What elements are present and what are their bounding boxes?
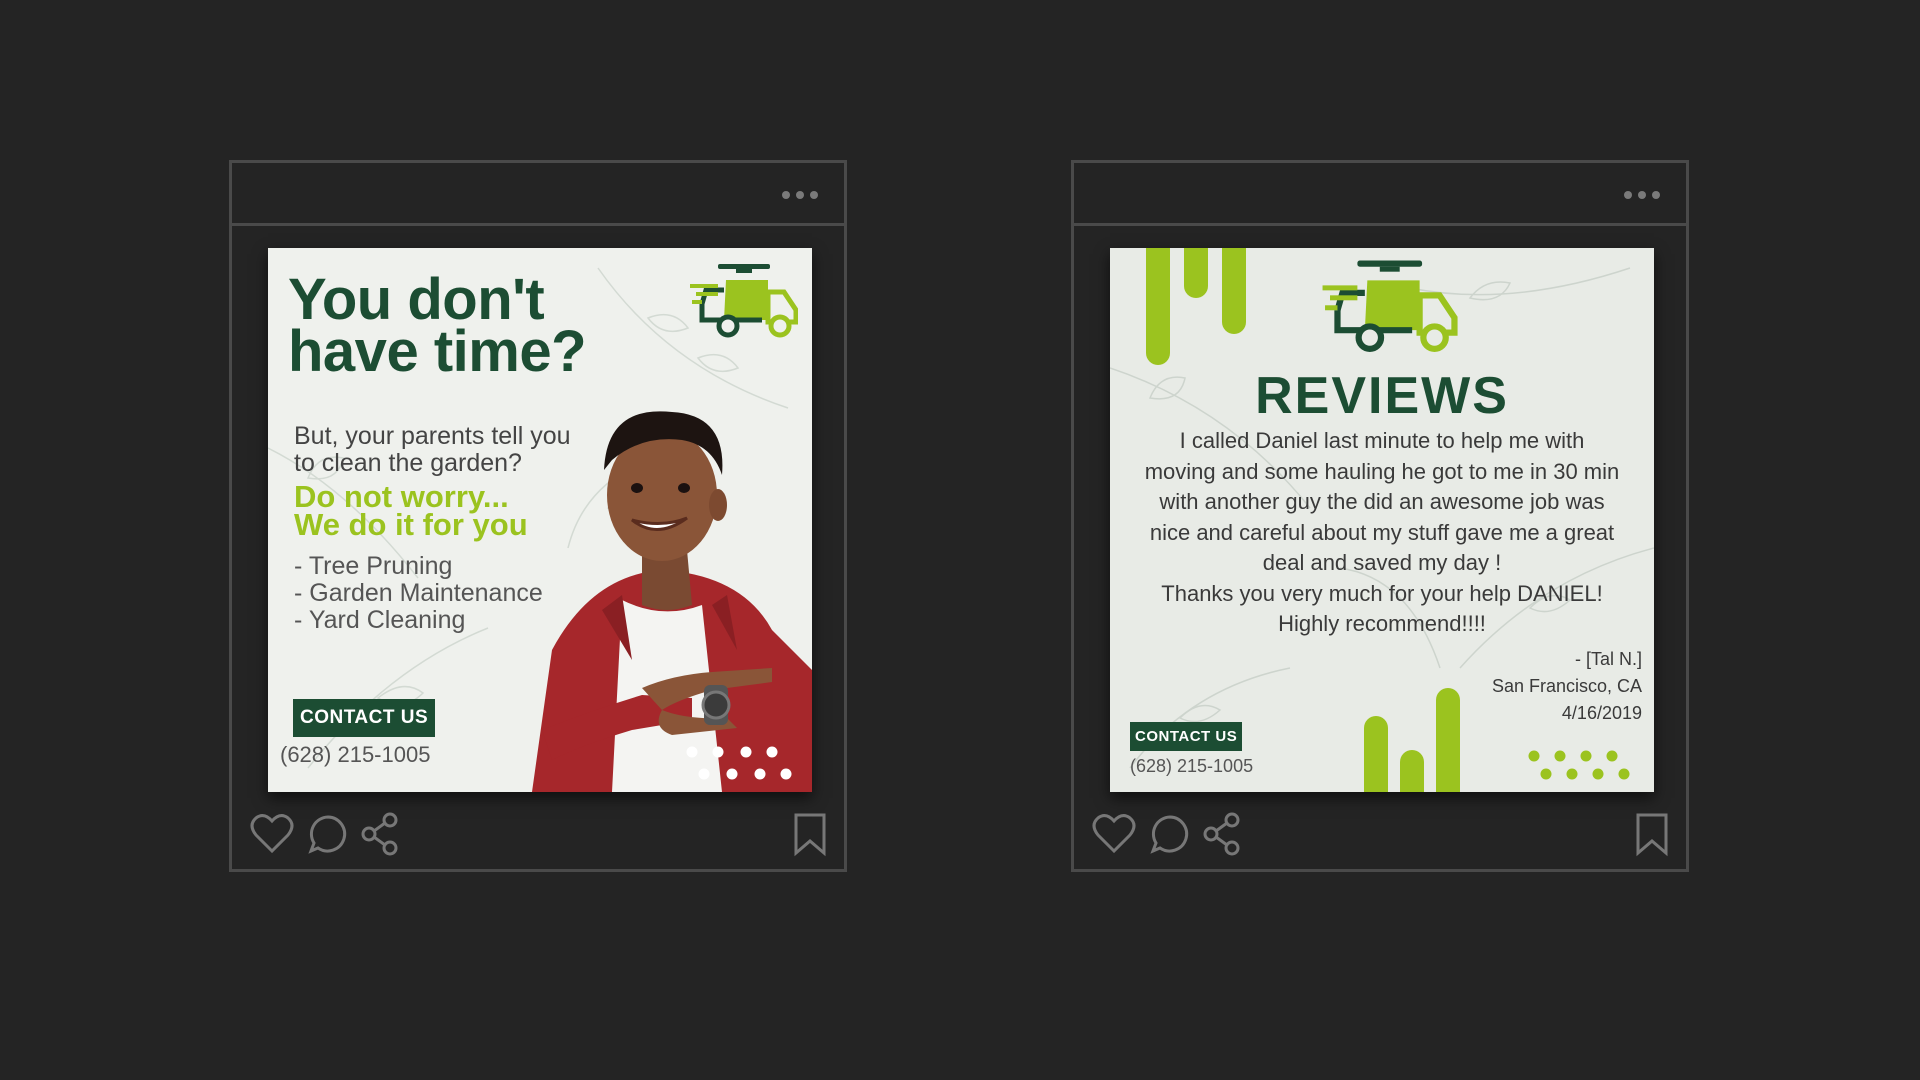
decorative-bars-bottom xyxy=(1364,688,1460,792)
bookmark-icon[interactable] xyxy=(792,811,828,857)
review-text: I called Daniel last minute to help me w… xyxy=(1120,426,1644,640)
reviews-title: REVIEWS xyxy=(1255,367,1509,425)
review-author: - [Tal N.] xyxy=(1574,649,1642,669)
more-options-icon[interactable] xyxy=(782,191,818,199)
decorative-dots xyxy=(1528,750,1630,780)
contact-us-button[interactable]: CONTACT US xyxy=(1130,722,1243,751)
phone-number: (628) 215-1005 xyxy=(280,742,431,767)
review-line: with another guy the did an awesome job … xyxy=(1159,489,1605,514)
decorative-bars-top xyxy=(1146,248,1246,365)
decorative-dots xyxy=(686,746,792,780)
review-line: nice and careful about my stuff gave me … xyxy=(1149,519,1615,545)
post-image-right: REVIEWS I called Daniel last minute to h… xyxy=(1110,248,1654,792)
heart-icon[interactable] xyxy=(1090,811,1138,857)
comment-icon[interactable] xyxy=(1148,811,1192,857)
review-line: I called Daniel last minute to help me w… xyxy=(1179,428,1585,453)
delivery-truck-icon xyxy=(690,264,798,338)
post-actions xyxy=(1090,811,1670,857)
more-options-icon[interactable] xyxy=(1624,191,1660,199)
delivery-truck-icon xyxy=(1322,260,1458,352)
headline-line-2: have time? xyxy=(288,319,587,384)
bookmark-icon[interactable] xyxy=(1634,811,1670,857)
post-image-left: You don't have time? But, your parents t… xyxy=(268,248,812,792)
share-icon[interactable] xyxy=(1202,811,1242,857)
social-post-frame-right: REVIEWS I called Daniel last minute to h… xyxy=(1071,160,1689,872)
heart-icon[interactable] xyxy=(248,811,296,857)
review-line: Highly recommend!!!! xyxy=(1278,611,1486,636)
phone-number: (628) 215-1005 xyxy=(1130,756,1254,776)
review-date: 4/16/2019 xyxy=(1561,703,1642,723)
man-pointing-at-watch-photo xyxy=(532,411,812,792)
contact-us-button[interactable]: CONTACT US xyxy=(293,699,436,737)
review-line: moving and some hauling he got to me in … xyxy=(1144,458,1620,484)
review-line: Thanks you very much for your help DANIE… xyxy=(1161,580,1603,606)
post-actions xyxy=(248,811,828,857)
headline: You don't have time? xyxy=(288,271,587,381)
share-icon[interactable] xyxy=(360,811,400,857)
review-line: deal and saved my day ! xyxy=(1262,550,1502,575)
review-byline: - [Tal N.] San Francisco, CA 4/16/2019 xyxy=(1492,646,1642,727)
post-header xyxy=(1074,163,1686,226)
social-post-frame-left: You don't have time? But, your parents t… xyxy=(229,160,847,872)
post-header xyxy=(232,163,844,226)
comment-icon[interactable] xyxy=(306,811,350,857)
review-location: San Francisco, CA xyxy=(1491,676,1642,696)
